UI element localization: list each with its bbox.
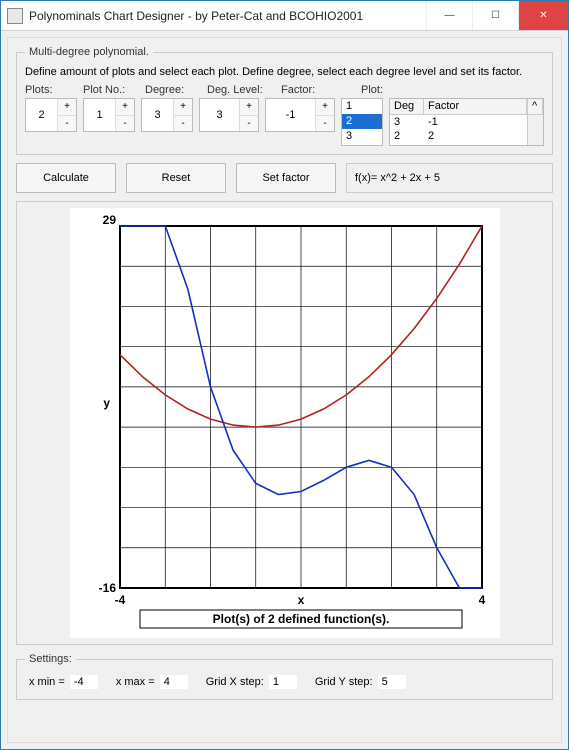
col-scroll[interactable]: ^ (527, 99, 543, 115)
cell-factor: 3 (424, 143, 527, 145)
plotno-spinner[interactable]: 1 + - (83, 98, 135, 132)
plotno-inc[interactable]: + (116, 99, 134, 115)
settings-group: Settings: x min = -4 x max = 4 Grid X st… (16, 653, 553, 700)
deglevel-inc[interactable]: + (240, 99, 258, 115)
cell-factor: -1 (424, 115, 527, 129)
xmax-label: x max = (116, 676, 155, 688)
polynomial-desc: Define amount of plots and select each p… (25, 66, 544, 78)
plots-value: 2 (26, 99, 58, 131)
xmin-label: x min = (29, 676, 65, 688)
cell-deg: 1 (390, 143, 424, 145)
header-factor: Factor: (281, 84, 351, 96)
gridx-label: Grid X step: (206, 676, 264, 688)
chart-canvas: yx29-16-44Plot(s) of 2 defined function(… (70, 208, 500, 638)
plots-inc[interactable]: + (58, 99, 76, 115)
deglevel-value: 3 (200, 99, 240, 131)
table-row[interactable]: 22 (390, 129, 527, 143)
settings-legend: Settings: (25, 653, 76, 665)
factor-value: -1 (266, 99, 316, 131)
deglevel-dec[interactable]: - (240, 115, 258, 132)
app-icon (7, 8, 23, 24)
fx-display: f(x)= x^2 + 2x + 5 (346, 163, 553, 193)
col-deg[interactable]: Deg (390, 99, 424, 115)
table-row[interactable]: 13 (390, 143, 527, 145)
svg-text:-4: -4 (114, 593, 125, 607)
header-plotno: Plot No.: (83, 84, 139, 96)
gridx-value[interactable]: 1 (269, 675, 297, 689)
factor-inc[interactable]: + (316, 99, 334, 115)
header-degree: Degree: (145, 84, 201, 96)
svg-text:x: x (297, 593, 304, 607)
plot-list-item[interactable]: 2 (342, 114, 382, 129)
cell-factor: 2 (424, 129, 527, 143)
chart-area: yx29-16-44Plot(s) of 2 defined function(… (16, 201, 553, 645)
gridy-value[interactable]: 5 (378, 675, 406, 689)
xmin-value[interactable]: -4 (70, 675, 98, 689)
degree-spinner[interactable]: 3 + - (141, 98, 193, 132)
polynomial-group: Multi-degree polynomial. Define amount o… (16, 46, 553, 155)
svg-text:4: 4 (478, 593, 485, 607)
plot-list-item[interactable]: 1 (342, 99, 382, 114)
degree-dec[interactable]: - (174, 115, 192, 132)
cell-deg: 3 (390, 115, 424, 129)
deg-factor-table[interactable]: Deg Factor ^ 3-12213 (389, 98, 544, 146)
set-factor-button[interactable]: Set factor (236, 163, 336, 193)
header-deglevel: Deg. Level: (207, 84, 275, 96)
plot-listbox[interactable]: 123 (341, 98, 383, 146)
plots-spinner[interactable]: 2 + - (25, 98, 77, 132)
svg-text:Plot(s) of 2 defined function(: Plot(s) of 2 defined function(s). (212, 612, 389, 626)
header-plot: Plot: (361, 84, 403, 96)
window-title: Polynominals Chart Designer - by Peter-C… (29, 9, 426, 23)
maximize-button[interactable]: ☐ (472, 1, 518, 30)
plotno-dec[interactable]: - (116, 115, 134, 132)
calculate-button[interactable]: Calculate (16, 163, 116, 193)
minimize-button[interactable]: — (426, 1, 472, 30)
factor-dec[interactable]: - (316, 115, 334, 132)
close-button[interactable]: ✕ (518, 1, 568, 30)
degree-value: 3 (142, 99, 174, 131)
col-factor[interactable]: Factor (424, 99, 527, 115)
svg-text:29: 29 (102, 213, 116, 227)
svg-text:y: y (103, 396, 110, 410)
plots-dec[interactable]: - (58, 115, 76, 132)
cell-deg: 2 (390, 129, 424, 143)
xmax-value[interactable]: 4 (160, 675, 188, 689)
table-row[interactable]: 3-1 (390, 115, 527, 129)
degree-inc[interactable]: + (174, 99, 192, 115)
reset-button[interactable]: Reset (126, 163, 226, 193)
plot-list-item[interactable]: 3 (342, 129, 382, 144)
table-scrollbar[interactable] (527, 115, 543, 145)
plotno-value: 1 (84, 99, 116, 131)
header-plots: Plots: (25, 84, 77, 96)
polynomial-legend: Multi-degree polynomial. (25, 46, 153, 58)
factor-spinner[interactable]: -1 + - (265, 98, 335, 132)
deglevel-spinner[interactable]: 3 + - (199, 98, 259, 132)
gridy-label: Grid Y step: (315, 676, 373, 688)
